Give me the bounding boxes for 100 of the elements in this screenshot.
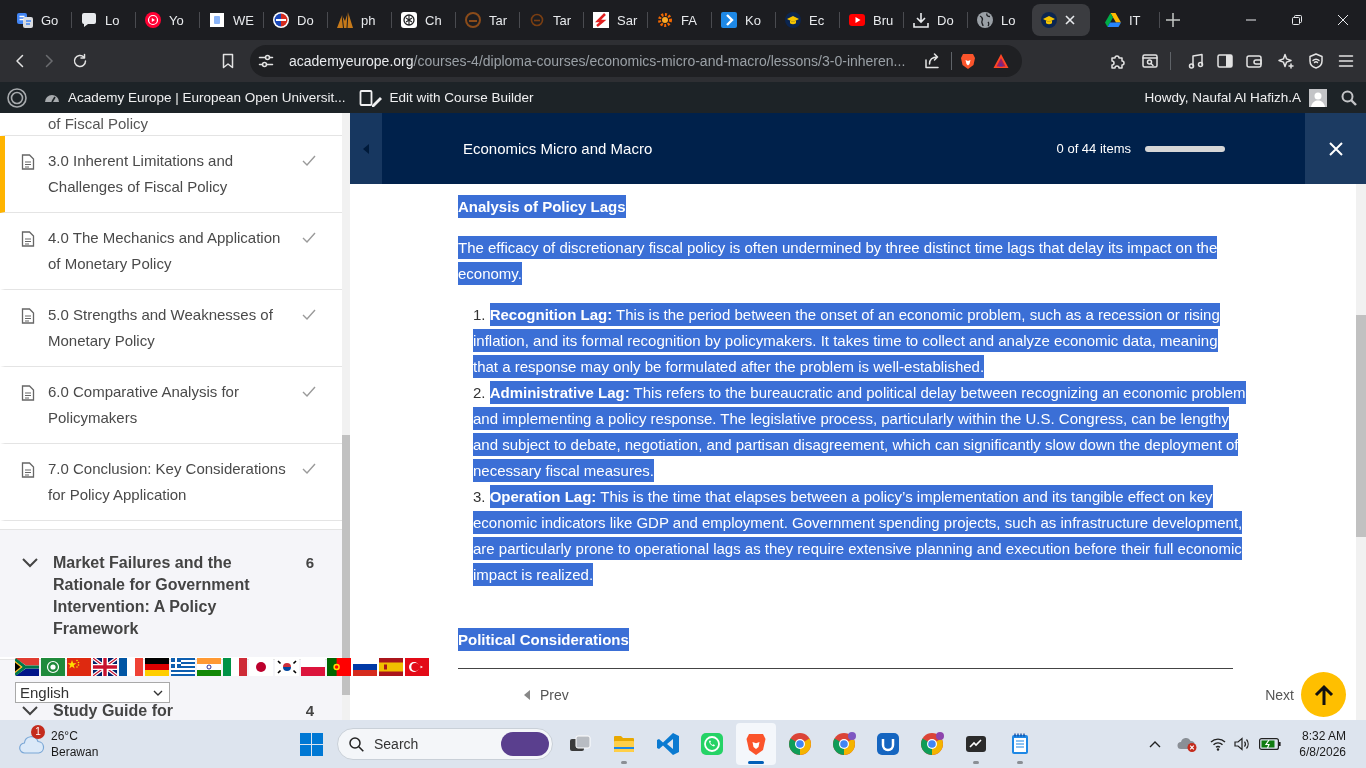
notification-badge: 1	[31, 725, 45, 739]
site-logo-icon[interactable]	[7, 87, 27, 108]
browser-tab[interactable]: ph	[328, 4, 392, 36]
lion-icon	[744, 732, 768, 756]
browser-tab[interactable]: Lo	[72, 4, 136, 36]
browser-tab[interactable]: Do	[904, 4, 968, 36]
lesson-item[interactable]: of Fiscal Policy	[0, 113, 342, 136]
spain-flag-icon[interactable]	[379, 658, 403, 676]
uk-flag-icon[interactable]	[93, 658, 117, 676]
play-button-icon	[849, 12, 865, 28]
extensions-icon[interactable]	[1110, 53, 1126, 69]
greeting-link[interactable]: Howdy, Naufal Al Hafizh.A	[1144, 90, 1301, 105]
play-circle-icon	[145, 12, 161, 28]
cloud-error-icon[interactable]	[1177, 736, 1198, 752]
share-icon[interactable]	[924, 53, 940, 69]
clock-date[interactable]: 6/8/2026	[1299, 744, 1346, 760]
search-icon[interactable]	[1341, 89, 1357, 106]
browser-tab[interactable]: IT	[1096, 4, 1160, 36]
cloud-icon[interactable]	[18, 733, 46, 755]
wallet-icon[interactable]	[1246, 53, 1262, 69]
weather-condition[interactable]: Berawan	[51, 744, 99, 760]
start-icon[interactable]	[300, 732, 323, 756]
browser-tab[interactable]: Sar	[584, 4, 648, 36]
lightning-tile-icon	[593, 12, 609, 28]
battery-icon[interactable]	[1259, 738, 1282, 750]
sun-icon	[657, 12, 673, 28]
arabic-flag-icon[interactable]	[41, 658, 65, 676]
pencil-icon[interactable]	[359, 87, 384, 108]
shield-icon[interactable]	[1308, 53, 1324, 69]
korea-flag-icon[interactable]	[275, 658, 299, 676]
speaker-icon[interactable]	[1234, 737, 1251, 751]
wifi-icon[interactable]	[1210, 737, 1227, 751]
india-flag-icon[interactable]	[197, 658, 221, 676]
edit-course-link[interactable]: Edit with Course Builder	[389, 90, 534, 105]
browser-tab[interactable]: Yo	[136, 4, 200, 36]
browser-tab[interactable]: Lo	[968, 4, 1032, 36]
chat-bubble-icon	[81, 12, 97, 28]
browser-tab[interactable]: Ch	[392, 4, 456, 36]
back-to-top-button[interactable]	[1301, 672, 1346, 717]
browser-tab[interactable]: Bru	[840, 4, 904, 36]
sidebar-toggle-button[interactable]	[350, 113, 382, 184]
greece-flag-icon[interactable]	[171, 658, 195, 676]
browser-tab[interactable]: Do	[264, 4, 328, 36]
course-title: Economics Micro and Macro	[463, 140, 653, 157]
scrollbar-thumb[interactable]	[342, 435, 350, 695]
avatar-icon[interactable]	[1309, 88, 1327, 107]
browser-tab[interactable]: Tar	[520, 4, 584, 36]
portugal-flag-icon[interactable]	[327, 658, 351, 676]
chevron-down-icon	[153, 689, 163, 696]
china-flag-icon[interactable]	[67, 658, 91, 676]
document-icon	[21, 385, 35, 401]
ring-icon	[465, 12, 481, 28]
chevron-up-icon[interactable]	[1149, 740, 1162, 748]
browser-tab[interactable]: Go	[8, 4, 72, 36]
chevron-down-icon	[22, 558, 38, 568]
browser-tab[interactable]: Tar	[456, 4, 520, 36]
section-title: Study Guide for	[53, 703, 174, 719]
scrollbar-thumb[interactable]	[1356, 315, 1366, 537]
address-field[interactable]: academyeurope.org/courses-4/diploma-courses/economics-micro-and-macro/lessons/3-0-inheren...	[250, 45, 1022, 77]
browser-tab[interactable]	[1032, 4, 1090, 36]
new-tab-icon[interactable]	[1166, 13, 1180, 27]
clock-time[interactable]: 8:32 AM	[1301, 728, 1346, 744]
prev-link[interactable]: Prev	[524, 686, 569, 703]
taskbar-button[interactable]	[736, 723, 776, 765]
search-icon	[349, 737, 364, 752]
germany-flag-icon[interactable]	[145, 658, 169, 676]
france-flag-icon[interactable]	[119, 658, 143, 676]
triangle-icon[interactable]	[993, 53, 1009, 69]
sparkle-icon[interactable]	[1278, 53, 1294, 69]
tab-search-icon[interactable]	[1142, 53, 1158, 69]
site-name-link[interactable]: Academy Europe | European Open Universit...	[68, 90, 346, 105]
knot-icon	[401, 12, 417, 28]
browser-icon	[920, 732, 944, 756]
lion-icon[interactable]	[960, 53, 976, 69]
browser-tab[interactable]: WE	[200, 4, 264, 36]
sidebar-icon[interactable]	[1217, 53, 1233, 69]
check-icon	[302, 309, 316, 320]
bookmark-icon[interactable]	[220, 53, 236, 69]
japan-flag-icon[interactable]	[249, 658, 273, 676]
lesson-count: 4	[305, 703, 314, 719]
south-africa-flag-icon[interactable]	[15, 658, 39, 676]
menu-icon[interactable]	[1338, 53, 1354, 69]
turkey-flag-icon[interactable]	[405, 658, 429, 676]
next-link[interactable]: Next	[1265, 686, 1294, 703]
browser-tab[interactable]: Ec	[776, 4, 840, 36]
site-settings-icon[interactable]	[258, 53, 274, 69]
weather-temperature[interactable]: 26°C	[51, 728, 99, 744]
close-icon	[1328, 141, 1343, 156]
music-icon[interactable]	[1188, 53, 1204, 69]
check-icon	[302, 463, 316, 474]
browser-tab[interactable]: Ko	[712, 4, 776, 36]
section-header[interactable]: Market Failures and the Rationale for Government Intervention: A Policy Framework 6	[0, 529, 342, 659]
restore-icon[interactable]	[1292, 15, 1302, 25]
italy-flag-icon[interactable]	[223, 658, 247, 676]
poland-flag-icon[interactable]	[301, 658, 325, 676]
browser-tab[interactable]: FA	[648, 4, 712, 36]
close-icon[interactable]	[1338, 15, 1348, 25]
reload-icon[interactable]	[72, 53, 88, 69]
close-icon[interactable]	[1065, 15, 1075, 25]
language-select[interactable]: English	[15, 682, 170, 703]
